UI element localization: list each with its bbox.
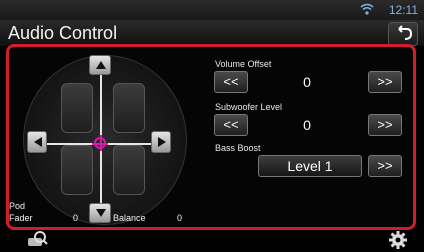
bass-boost-control: Level 1 >> (214, 155, 402, 177)
fader-down-button[interactable] (89, 203, 111, 223)
triangle-up-icon (96, 61, 106, 69)
seat-front-left (61, 83, 93, 133)
fader-value: 0 (73, 213, 79, 223)
volume-offset-value: 0 (303, 74, 311, 90)
balance-label: Balance (113, 213, 146, 223)
volume-offset-control: << 0 >> (214, 71, 402, 93)
position-target-icon[interactable] (92, 135, 108, 151)
balance-right-button[interactable] (151, 131, 171, 153)
fader-label: Fader (9, 213, 33, 223)
bass-boost-value[interactable]: Level 1 (258, 155, 362, 177)
volume-offset-decrease-button[interactable]: << (214, 71, 248, 93)
search-car-icon[interactable] (26, 230, 48, 250)
status-bar: 12:11 (0, 0, 424, 20)
pod-label: Pod (9, 201, 26, 211)
volume-offset-increase-button[interactable]: >> (368, 71, 402, 93)
wifi-icon (360, 3, 374, 15)
balance-left-button[interactable] (27, 131, 47, 153)
triangle-left-icon (34, 137, 42, 147)
subwoofer-increase-button[interactable]: >> (368, 114, 402, 136)
page-title: Audio Control (8, 23, 118, 43)
title-bar: Audio Control (0, 20, 424, 46)
subwoofer-level-value: 0 (303, 117, 311, 133)
triangle-right-icon (158, 137, 166, 147)
seat-rear-left (61, 145, 93, 195)
subwoofer-decrease-button[interactable]: << (214, 114, 248, 136)
seat-front-right (113, 83, 145, 133)
balance-value: 0 (177, 213, 183, 223)
volume-offset-label: Volume Offset (215, 59, 272, 69)
fader-up-button[interactable] (89, 55, 111, 75)
gear-icon[interactable] (388, 230, 408, 250)
audio-control-panel: Pod Fader 0 Balance 0 Volume Offset << 0… (6, 44, 416, 230)
subwoofer-level-control: << 0 >> (214, 114, 402, 136)
seat-rear-right (113, 145, 145, 195)
triangle-down-icon (96, 209, 106, 217)
bass-boost-label: Bass Boost (215, 143, 261, 153)
bass-boost-next-button[interactable]: >> (368, 155, 402, 177)
back-icon (398, 25, 413, 40)
clock: 12:11 (388, 3, 418, 17)
back-button[interactable] (388, 22, 418, 46)
subwoofer-level-label: Subwoofer Level (215, 102, 283, 112)
